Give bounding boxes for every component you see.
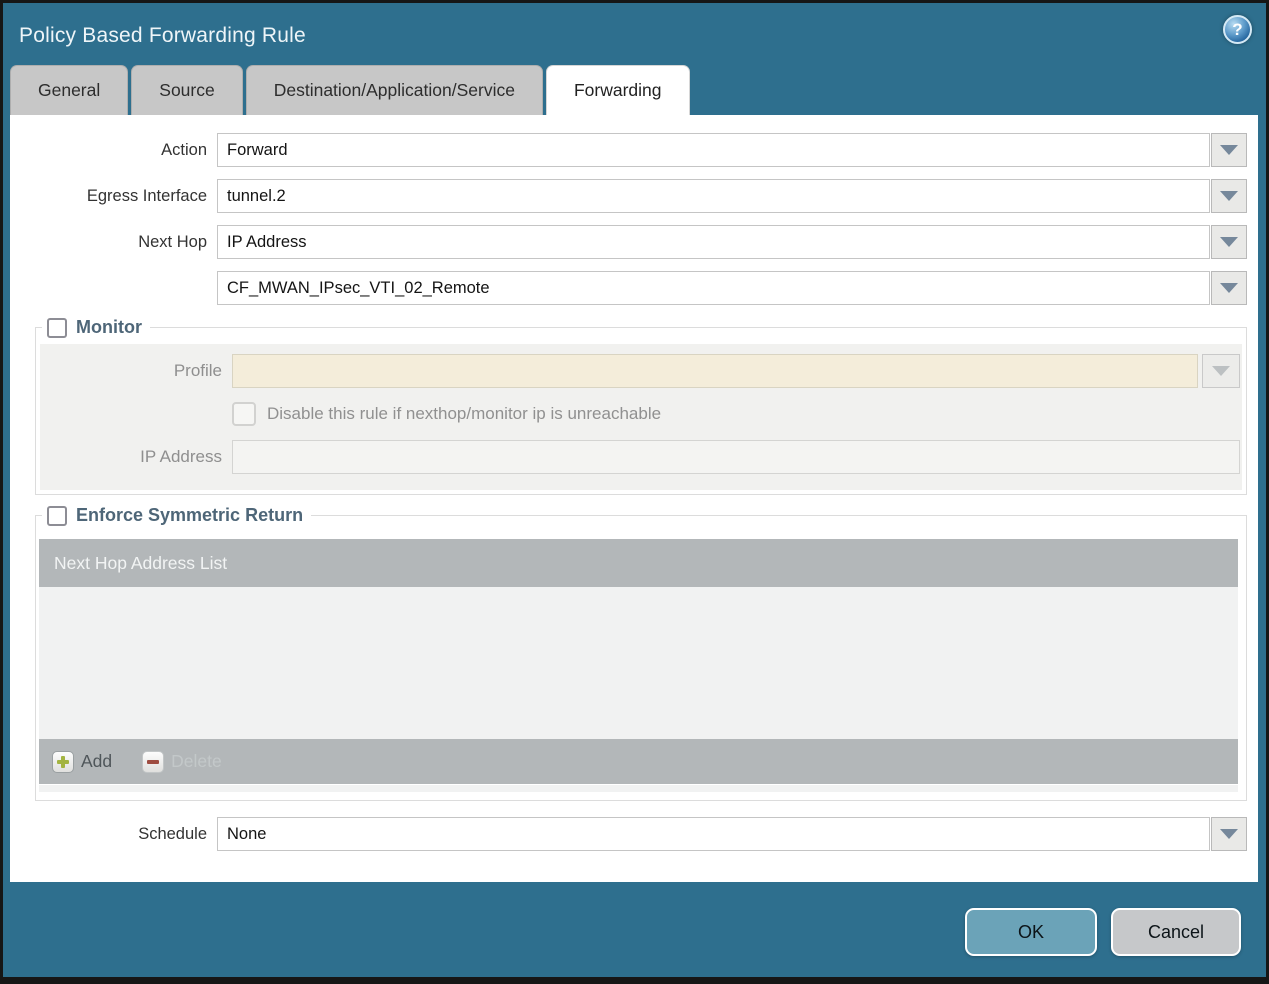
egress-interface-row: Egress Interface tunnel.2: [10, 179, 1258, 213]
schedule-dropdown-button[interactable]: [1211, 817, 1247, 851]
add-button[interactable]: Add: [52, 750, 113, 773]
profile-dropdown-button-disabled: [1202, 354, 1240, 388]
profile-row: Profile: [40, 354, 1242, 388]
cancel-button-label: Cancel: [1147, 921, 1205, 942]
ok-button[interactable]: OK: [965, 908, 1097, 956]
action-label: Action: [161, 140, 207, 159]
monitor-ip-input-disabled: [232, 440, 1240, 474]
schedule-row: Schedule None: [10, 817, 1258, 851]
table-header-row: Next Hop Address List: [39, 539, 1238, 587]
tab-destination-application-service[interactable]: Destination/Application/Service: [245, 65, 543, 115]
monitor-ip-label: IP Address: [140, 447, 222, 466]
chevron-down-icon: [1212, 366, 1230, 376]
schedule-value: None: [227, 824, 267, 843]
next-hop-address-row: CF_MWAN_IPsec_VTI_02_Remote: [10, 271, 1258, 305]
help-icon[interactable]: ?: [1223, 15, 1252, 44]
monitor-ip-row: IP Address: [40, 440, 1242, 474]
egress-interface-dropdown-button[interactable]: [1211, 179, 1247, 213]
ok-button-label: OK: [1017, 921, 1044, 942]
table-header-label: Next Hop Address List: [54, 552, 228, 573]
dialog-footer: OK Cancel: [3, 882, 1266, 956]
table-body-empty[interactable]: [39, 587, 1238, 739]
next-hop-address-select[interactable]: CF_MWAN_IPsec_VTI_02_Remote: [217, 271, 1210, 305]
tab-source[interactable]: Source: [131, 65, 243, 115]
action-select[interactable]: Forward: [217, 133, 1210, 167]
add-icon: [52, 750, 74, 773]
schedule-select[interactable]: None: [217, 817, 1210, 851]
action-dropdown-button[interactable]: [1211, 133, 1247, 167]
egress-interface-label: Egress Interface: [86, 186, 207, 205]
add-button-label: Add: [81, 751, 113, 771]
disable-rule-checkbox-disabled: [232, 402, 256, 426]
action-row: Action Forward: [10, 133, 1258, 167]
chevron-down-icon: [1220, 829, 1238, 839]
next-hop-address-dropdown-button[interactable]: [1211, 271, 1247, 305]
tab-label: Destination/Application/Service: [273, 80, 515, 100]
symmetric-return-legend-text: Enforce Symmetric Return: [76, 505, 304, 525]
tab-forwarding[interactable]: Forwarding: [545, 65, 690, 115]
tab-label: Source: [159, 80, 215, 100]
table-toolbar: Add Delete: [39, 739, 1238, 784]
delete-button-label: Delete: [171, 751, 222, 771]
next-hop-label: Next Hop: [138, 232, 207, 251]
tab-label: General: [38, 80, 101, 100]
help-glyph: ?: [1232, 19, 1243, 39]
symmetric-return-legend: Enforce Symmetric Return: [42, 505, 311, 526]
delete-icon: [142, 750, 165, 773]
pbf-rule-dialog: Policy Based Forwarding Rule ? General S…: [0, 0, 1269, 984]
tab-bar: General Source Destination/Application/S…: [3, 64, 1266, 115]
dialog-titlebar: Policy Based Forwarding Rule: [3, 3, 1266, 64]
next-hop-address-list-table: Next Hop Address List Add Delete: [39, 539, 1238, 792]
disable-rule-row: Disable this rule if nexthop/monitor ip …: [232, 402, 1242, 426]
egress-interface-select[interactable]: tunnel.2: [217, 179, 1210, 213]
table-bottom-strip: [39, 785, 1238, 792]
next-hop-type-select[interactable]: IP Address: [217, 225, 1210, 259]
monitor-body: Profile Disable this rule if nexthop/mon…: [40, 344, 1242, 490]
disable-rule-label: Disable this rule if nexthop/monitor ip …: [267, 404, 662, 423]
next-hop-type-dropdown-button[interactable]: [1211, 225, 1247, 259]
profile-select-disabled: [232, 354, 1198, 388]
egress-interface-value: tunnel.2: [227, 186, 286, 205]
monitor-legend-text: Monitor: [76, 317, 142, 337]
delete-button-disabled: Delete: [142, 750, 222, 773]
next-hop-row: Next Hop IP Address: [10, 225, 1258, 259]
symmetric-return-checkbox[interactable]: [47, 505, 67, 526]
monitor-legend: Monitor: [42, 317, 150, 338]
monitor-checkbox[interactable]: [47, 317, 67, 338]
chevron-down-icon: [1220, 145, 1238, 155]
monitor-section: Monitor Profile Disable this rule if nex…: [35, 317, 1247, 495]
action-value: Forward: [227, 140, 288, 159]
tab-label: Forwarding: [573, 80, 662, 100]
schedule-label: Schedule: [138, 824, 207, 843]
cancel-button[interactable]: Cancel: [1111, 908, 1241, 956]
chevron-down-icon: [1220, 283, 1238, 293]
next-hop-address-value: CF_MWAN_IPsec_VTI_02_Remote: [227, 278, 490, 297]
forwarding-tab-panel: Action Forward Egress Interface tunnel.2: [10, 115, 1258, 882]
dialog-title: Policy Based Forwarding Rule: [19, 23, 306, 47]
symmetric-return-section: Enforce Symmetric Return Next Hop Addres…: [35, 505, 1247, 801]
chevron-down-icon: [1220, 191, 1238, 201]
profile-label: Profile: [173, 361, 222, 380]
next-hop-type-value: IP Address: [227, 232, 307, 251]
tab-general[interactable]: General: [10, 65, 129, 115]
chevron-down-icon: [1220, 237, 1238, 247]
